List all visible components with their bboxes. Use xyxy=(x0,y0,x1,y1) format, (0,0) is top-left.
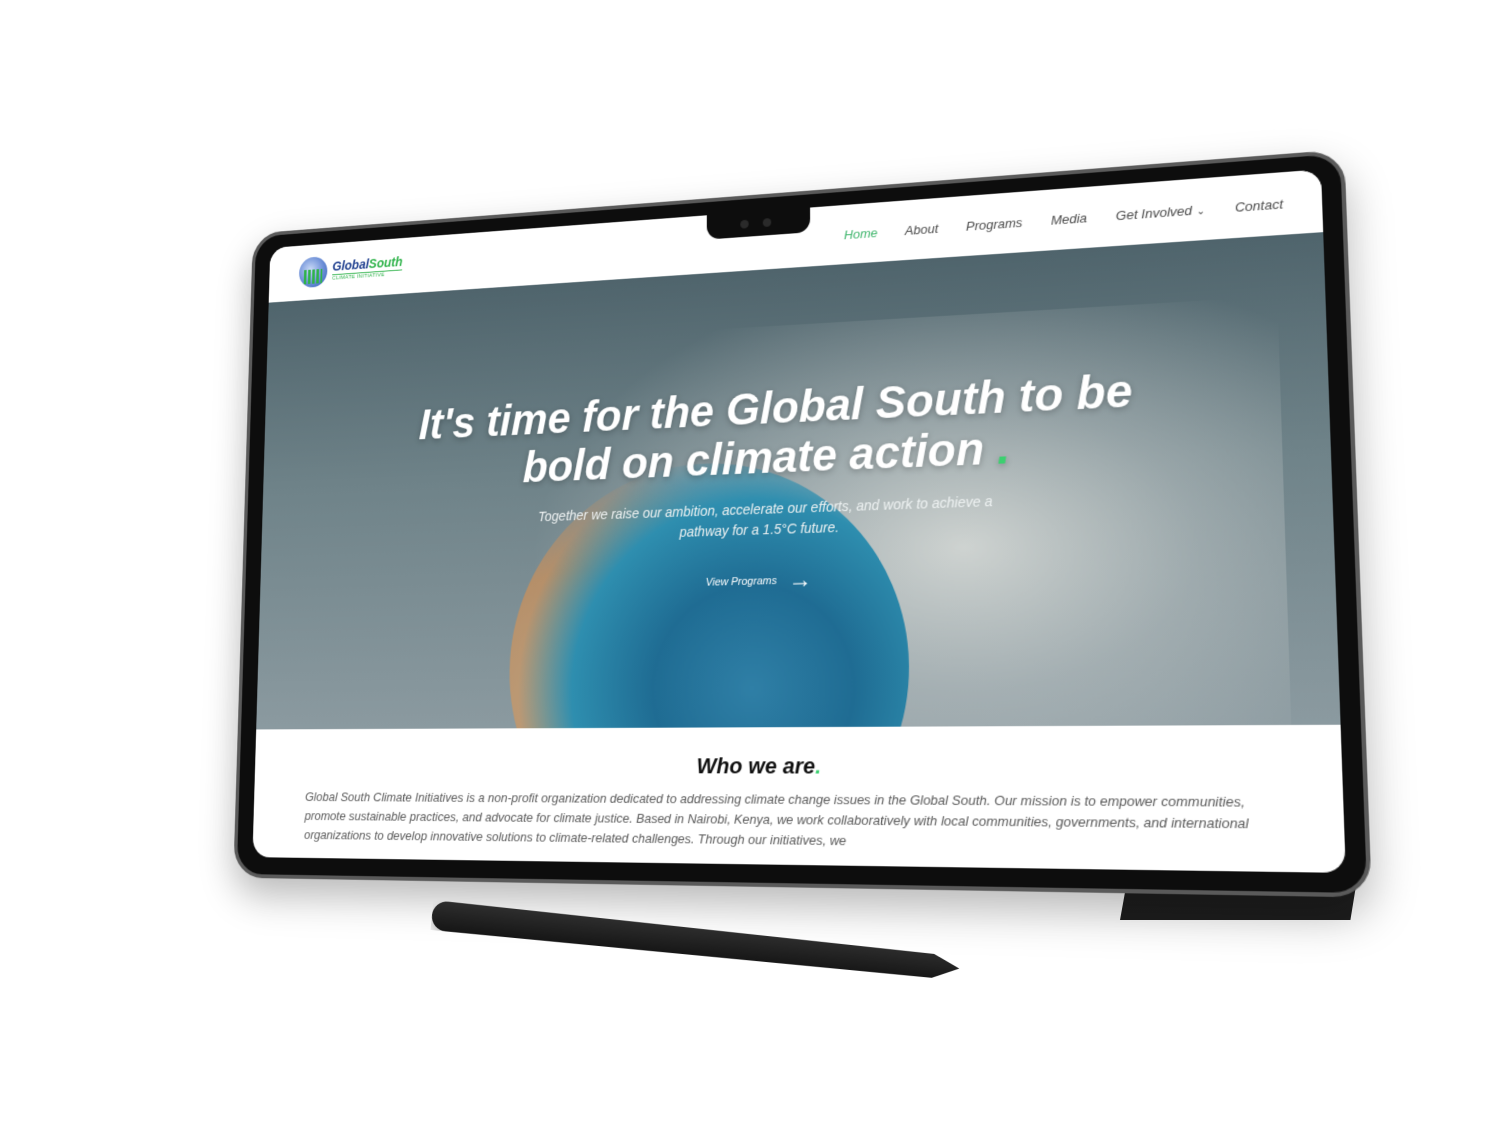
who-we-are-section: Who we are. Global South Climate Initiat… xyxy=(253,725,1345,858)
logo-wordmark: GlobalSouth CLIMATE INITIATIVE xyxy=(332,255,403,281)
tablet-device: GlobalSouth CLIMATE INITIATIVE Home Abou… xyxy=(233,149,1372,897)
nav-item-get-involved-label: Get Involved xyxy=(1116,202,1193,222)
nav-item-programs[interactable]: Programs xyxy=(966,215,1023,234)
chevron-down-icon: ⌄ xyxy=(1196,205,1205,217)
view-programs-label: View Programs xyxy=(706,575,777,588)
nav-item-contact[interactable]: Contact xyxy=(1235,196,1284,214)
hero-content: It's time for the Global South to be bol… xyxy=(256,232,1340,729)
camera-icon xyxy=(763,218,771,227)
main-menu: Home About Programs Media Get Involved ⌄ … xyxy=(844,196,1283,242)
globe-logo-icon xyxy=(299,256,328,288)
who-we-are-title: Who we are. xyxy=(306,753,1276,781)
nav-item-media[interactable]: Media xyxy=(1051,210,1087,227)
hero-section: It's time for the Global South to be bol… xyxy=(256,232,1340,729)
camera-icon xyxy=(740,220,748,229)
who-we-are-title-dot: . xyxy=(815,753,821,778)
website-screen: GlobalSouth CLIMATE INITIATIVE Home Abou… xyxy=(252,169,1345,873)
nav-item-get-involved[interactable]: Get Involved ⌄ xyxy=(1116,201,1206,222)
view-programs-button[interactable]: View Programs → xyxy=(706,569,812,595)
hero-title-text: It's time for the Global South to be bol… xyxy=(418,364,1133,491)
nav-item-home[interactable]: Home xyxy=(844,225,878,242)
hero-title-dot: . xyxy=(997,421,1011,474)
nav-item-about[interactable]: About xyxy=(905,221,939,238)
arrow-right-icon: → xyxy=(788,569,811,593)
who-we-are-title-text: Who we are xyxy=(697,753,816,778)
logo-name-part2: South xyxy=(369,254,403,271)
logo-name-part1: Global xyxy=(332,257,369,274)
hero-title: It's time for the Global South to be bol… xyxy=(387,363,1171,496)
brand-logo[interactable]: GlobalSouth CLIMATE INITIATIVE xyxy=(299,251,403,289)
who-we-are-text: Global South Climate Initiatives is a no… xyxy=(304,788,1278,858)
hero-subtitle: Together we raise our ambition, accelera… xyxy=(518,490,1016,547)
